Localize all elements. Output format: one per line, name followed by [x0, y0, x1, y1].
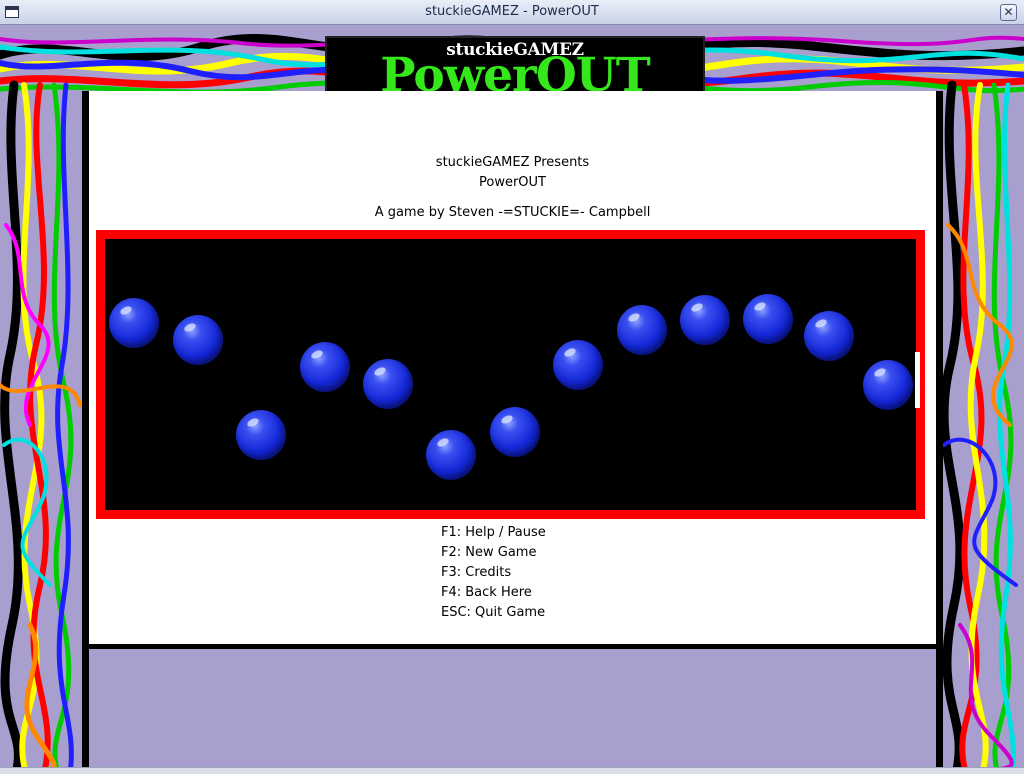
- ball: [109, 298, 159, 348]
- title-bar[interactable]: stuckieGAMEZ - PowerOUT ✕: [0, 0, 1024, 25]
- paddle[interactable]: [915, 352, 920, 408]
- ball: [617, 305, 667, 355]
- game-name-text: PowerOUT: [479, 175, 546, 190]
- game-window: stuckieGAMEZ - PowerOUT ✕ stuckieGAMEZ P…: [0, 0, 1024, 774]
- ball: [363, 359, 413, 409]
- taskbar[interactable]: [0, 767, 1024, 774]
- menu-item-quit-game[interactable]: ESC: Quit Game: [441, 605, 545, 620]
- play-field[interactable]: [96, 230, 925, 519]
- window-title: stuckieGAMEZ - PowerOUT: [425, 4, 599, 19]
- ball: [490, 407, 540, 457]
- close-button[interactable]: ✕: [1000, 4, 1017, 21]
- ball: [863, 360, 913, 410]
- ball: [553, 340, 603, 390]
- status-area: [82, 649, 943, 774]
- author-byline: A game by Steven -=STUCKIE=- Campbell: [374, 205, 651, 220]
- menu-item-credits[interactable]: F3: Credits: [441, 565, 511, 580]
- ball: [426, 430, 476, 480]
- ball: [236, 410, 286, 460]
- close-icon: ✕: [1003, 5, 1014, 19]
- ball: [743, 294, 793, 344]
- title-panel: stuckieGAMEZ Presents PowerOUT A game by…: [82, 91, 943, 651]
- ball: [173, 315, 223, 365]
- ball: [680, 295, 730, 345]
- menu-item-new-game[interactable]: F2: New Game: [441, 545, 536, 560]
- game-logo: stuckieGAMEZ PowerOUT: [325, 36, 705, 99]
- game-canvas[interactable]: stuckieGAMEZ PowerOUT stuckieGAMEZ Prese…: [0, 25, 1024, 774]
- ball: [804, 311, 854, 361]
- menu-item-back-here[interactable]: F4: Back Here: [441, 585, 532, 600]
- menu-item-help-pause[interactable]: F1: Help / Pause: [441, 525, 546, 540]
- ball: [300, 342, 350, 392]
- presents-text: stuckieGAMEZ Presents: [435, 155, 590, 170]
